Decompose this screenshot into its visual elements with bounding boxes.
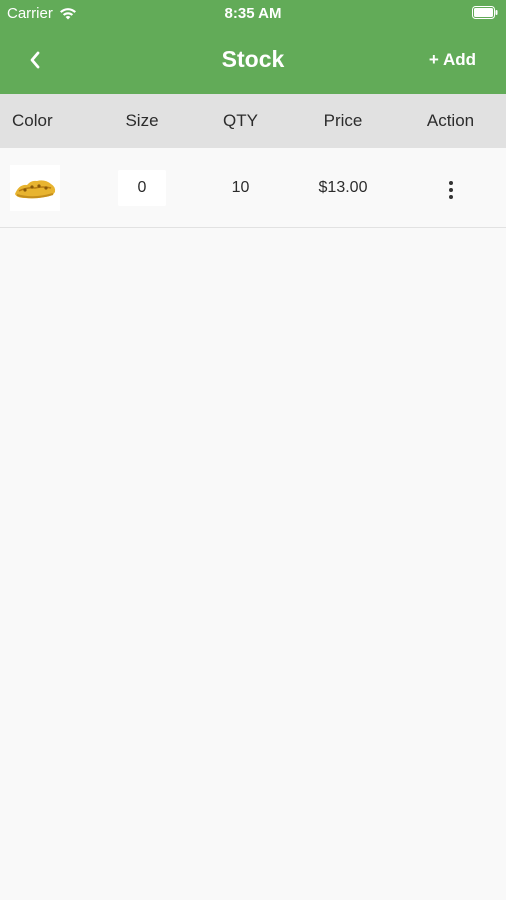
table-header: Color Size QTY Price Action — [0, 94, 506, 148]
column-header-action: Action — [426, 111, 475, 130]
more-vertical-icon[interactable] — [439, 176, 463, 204]
cell-qty: 10 — [231, 178, 250, 196]
table-row: 0 10 $13.00 — [0, 148, 506, 228]
status-bar: Carrier 8:35 AM — [0, 0, 506, 27]
yellow-shoe-thumbnail — [15, 179, 56, 198]
column-header-color: Color — [12, 111, 53, 130]
status-time: 8:35 AM — [224, 5, 282, 22]
more-dot — [448, 194, 453, 199]
cell-size: 0 — [94, 169, 190, 206]
more-dot — [448, 187, 453, 192]
product-color-image[interactable] — [10, 164, 60, 211]
cell-action — [395, 172, 506, 204]
column-header-size: Size — [125, 111, 159, 130]
cell-price: $13.00 — [318, 178, 368, 196]
column-header-qty: QTY — [223, 111, 258, 130]
nav-bar: Stock + Add — [0, 27, 506, 94]
column-header-price: Price — [323, 111, 363, 130]
size-input[interactable]: 0 — [118, 169, 166, 206]
battery-icon — [472, 6, 498, 19]
top-bar: Carrier 8:35 AM Stock + Add — [0, 0, 506, 94]
add-button[interactable]: + Add — [429, 50, 476, 70]
cell-color — [0, 164, 94, 211]
stock-screen: Carrier 8:35 AM Stock + Add Color Size Q… — [0, 0, 506, 900]
more-dot — [448, 180, 453, 185]
